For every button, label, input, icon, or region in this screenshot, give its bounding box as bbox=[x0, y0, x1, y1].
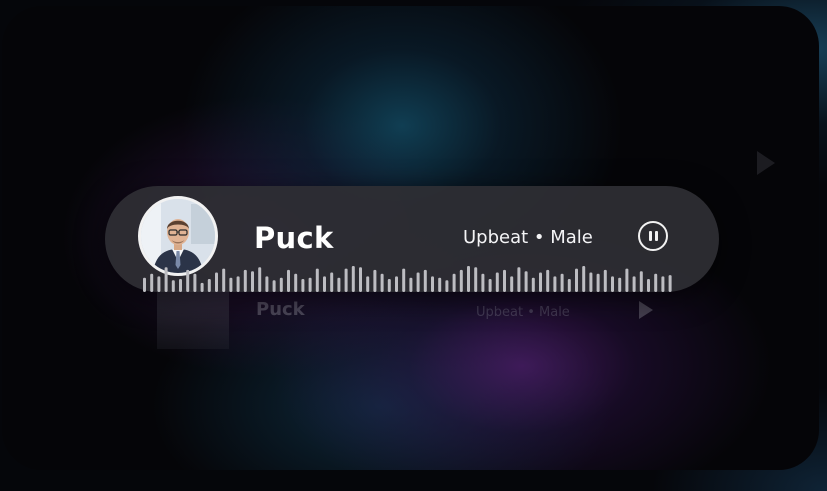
waveform-bar bbox=[207, 279, 211, 292]
waveform-bar bbox=[179, 279, 182, 292]
play-icon[interactable] bbox=[639, 301, 653, 319]
waveform-bar bbox=[575, 268, 578, 292]
waveform-bar bbox=[459, 269, 463, 292]
waveform-bar bbox=[351, 266, 355, 292]
waveform-bar bbox=[618, 277, 622, 292]
waveform-bar bbox=[423, 269, 427, 292]
waveform-bar bbox=[279, 277, 283, 292]
waveform-bar bbox=[596, 273, 600, 292]
voice-list-item-tags: Upbeat • Male bbox=[476, 305, 570, 320]
app-background: Puck Upbeat • Male Puck Upbeat • Male bbox=[0, 0, 827, 491]
waveform-bar bbox=[157, 276, 161, 292]
waveform-bar bbox=[215, 272, 218, 292]
waveform-bar bbox=[243, 269, 247, 292]
waveform-bar bbox=[251, 271, 254, 292]
waveform-bar bbox=[301, 279, 305, 292]
waveform-bar bbox=[337, 277, 341, 292]
waveform-bar bbox=[503, 269, 506, 292]
waveform-bar bbox=[150, 273, 154, 292]
waveform-bar bbox=[474, 267, 478, 292]
pause-icon bbox=[655, 231, 658, 241]
voice-name: Puck bbox=[254, 221, 334, 255]
waveform-bar bbox=[287, 269, 290, 292]
waveform-bar bbox=[315, 268, 319, 292]
waveform-bar bbox=[611, 276, 614, 292]
waveform-bar bbox=[387, 279, 391, 292]
waveform-bar bbox=[589, 272, 593, 292]
voice-thumbnail bbox=[157, 291, 229, 349]
waveform-bar bbox=[416, 272, 420, 292]
waveform-bar bbox=[229, 277, 233, 292]
waveform-bar bbox=[467, 266, 470, 292]
voice-picker-card: Puck Upbeat • Male Puck Upbeat • Male bbox=[2, 6, 819, 470]
waveform-bar bbox=[517, 267, 521, 292]
waveform-bar bbox=[258, 267, 262, 292]
waveform-bar bbox=[524, 271, 528, 292]
waveform-bar bbox=[546, 269, 550, 292]
waveform-bar bbox=[452, 273, 456, 292]
waveform-bar bbox=[323, 276, 326, 292]
waveform-bar bbox=[539, 272, 542, 292]
waveform-bar bbox=[582, 266, 586, 292]
waveform-bar bbox=[567, 279, 571, 292]
waveform-bar bbox=[308, 277, 312, 292]
waveform-bar bbox=[603, 269, 607, 292]
waveform-bar bbox=[164, 267, 168, 292]
waveform-bar bbox=[438, 277, 442, 292]
waveform-bar bbox=[654, 273, 658, 292]
waveform-bar bbox=[481, 273, 485, 292]
waveform-bar bbox=[344, 268, 348, 292]
waveform-bar bbox=[668, 275, 672, 292]
voice-list-item-name: Puck bbox=[256, 299, 305, 320]
waveform-bar bbox=[488, 279, 492, 292]
waveform-bar bbox=[265, 276, 269, 292]
waveform-bar bbox=[632, 276, 636, 292]
voice-list-item[interactable]: Puck Upbeat • Male bbox=[152, 291, 682, 351]
play-icon bbox=[757, 151, 775, 175]
waveform-bar bbox=[186, 269, 190, 292]
waveform-bar bbox=[272, 280, 276, 292]
waveform-bar bbox=[639, 271, 643, 292]
waveform-bar bbox=[373, 269, 377, 292]
waveform-bar bbox=[409, 277, 413, 292]
waveform-bar bbox=[553, 276, 557, 292]
waveform-bar bbox=[647, 279, 650, 292]
waveform-bar bbox=[236, 276, 240, 292]
waveform-bar bbox=[445, 280, 449, 292]
pause-button[interactable] bbox=[638, 221, 668, 251]
waveform-bar bbox=[560, 273, 564, 292]
pause-icon bbox=[649, 231, 652, 241]
waveform-bar bbox=[193, 273, 197, 292]
waveform-bar bbox=[661, 276, 665, 292]
waveform-bar bbox=[531, 277, 535, 292]
voice-tags: Upbeat • Male bbox=[463, 227, 593, 248]
waveform-bar bbox=[495, 272, 499, 292]
waveform-bar bbox=[380, 273, 384, 292]
waveform-bar bbox=[330, 272, 334, 292]
waveform-bar bbox=[294, 273, 298, 292]
waveform-bar bbox=[510, 276, 514, 292]
waveform-bar bbox=[143, 277, 146, 292]
waveform-bar bbox=[402, 268, 406, 292]
waveform-bar bbox=[366, 276, 370, 292]
waveform-bar bbox=[222, 268, 226, 292]
waveform-bar bbox=[359, 267, 362, 292]
waveform-bar bbox=[625, 268, 629, 292]
waveform-bar bbox=[171, 280, 175, 292]
waveform-bar bbox=[395, 276, 398, 292]
waveform-bar bbox=[200, 282, 204, 292]
waveform bbox=[143, 266, 672, 292]
waveform-bar bbox=[431, 276, 434, 292]
